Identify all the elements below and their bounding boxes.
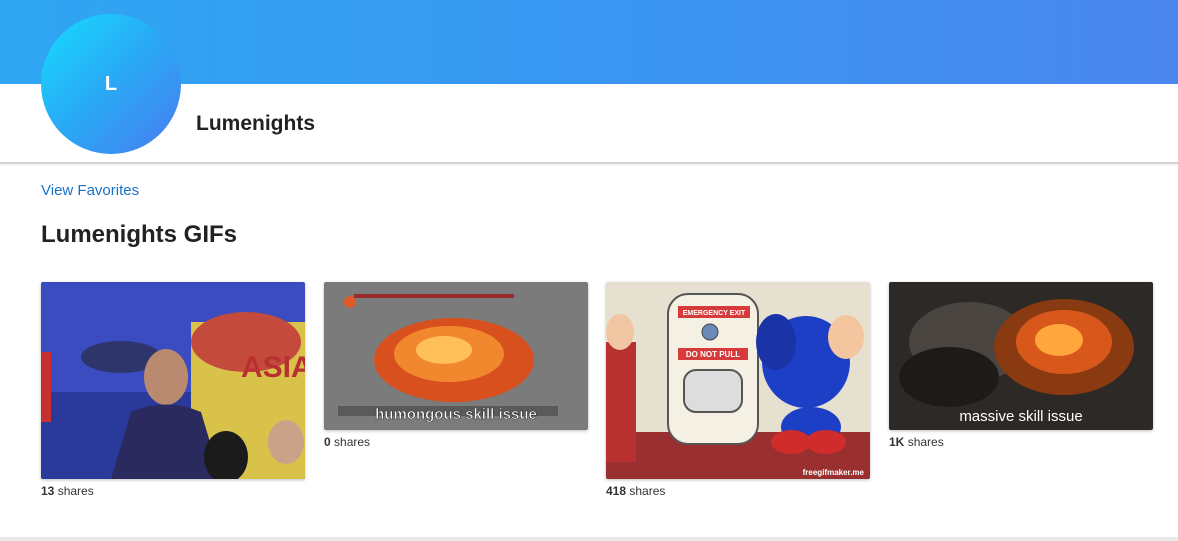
gif-image: humongous skill issue bbox=[324, 282, 588, 430]
share-count-label: shares bbox=[907, 435, 944, 449]
gif-card[interactable]: ASIA 13 shares bbox=[41, 282, 305, 498]
share-count-value: 13 bbox=[41, 484, 55, 498]
asia-sign-text: ASIA bbox=[241, 351, 305, 384]
avatar[interactable]: L bbox=[41, 14, 181, 154]
share-count: 1K shares bbox=[889, 435, 1153, 449]
page-divider bbox=[0, 537, 1178, 541]
exit-sign-text: EMERGENCY EXIT bbox=[683, 310, 746, 317]
gif-caption: humongous skill issue bbox=[375, 406, 537, 423]
gif-image: massive skill issue bbox=[889, 282, 1153, 430]
gif-thumbnail[interactable]: ASIA bbox=[41, 282, 305, 479]
share-count-value: 1K bbox=[889, 435, 905, 449]
gif-thumbnail[interactable]: humongous skill issue bbox=[324, 282, 588, 430]
gif-image: ASIA bbox=[41, 282, 305, 479]
warning-sign-text: DO NOT PULL bbox=[686, 350, 740, 359]
share-count-label: shares bbox=[334, 435, 371, 449]
share-count: 0 shares bbox=[324, 435, 588, 449]
profile-username: Lumenights bbox=[196, 112, 315, 135]
share-count-value: 418 bbox=[606, 484, 627, 498]
avatar-initial: L bbox=[104, 72, 118, 95]
share-count: 13 shares bbox=[41, 484, 305, 498]
gif-thumbnail[interactable]: massive skill issue bbox=[889, 282, 1153, 430]
view-favorites-link[interactable]: View Favorites bbox=[41, 182, 139, 199]
section-title: Lumenights GIFs bbox=[41, 221, 238, 248]
share-count-value: 0 bbox=[324, 435, 331, 449]
gif-caption: massive skill issue bbox=[959, 408, 1082, 425]
gif-card[interactable]: massive skill issue 1K shares bbox=[889, 282, 1153, 449]
share-count: 418 shares bbox=[606, 484, 870, 498]
gif-image: EMERGENCY EXIT DO NOT PULL freegifmaker.… bbox=[606, 282, 870, 479]
gif-watermark: freegifmaker.me bbox=[803, 468, 865, 477]
share-count-label: shares bbox=[57, 484, 94, 498]
gif-card[interactable]: humongous skill issue 0 shares bbox=[324, 282, 588, 449]
gif-thumbnail[interactable]: EMERGENCY EXIT DO NOT PULL freegifmaker.… bbox=[606, 282, 870, 479]
share-count-label: shares bbox=[629, 484, 666, 498]
gif-card[interactable]: EMERGENCY EXIT DO NOT PULL freegifmaker.… bbox=[606, 282, 870, 498]
